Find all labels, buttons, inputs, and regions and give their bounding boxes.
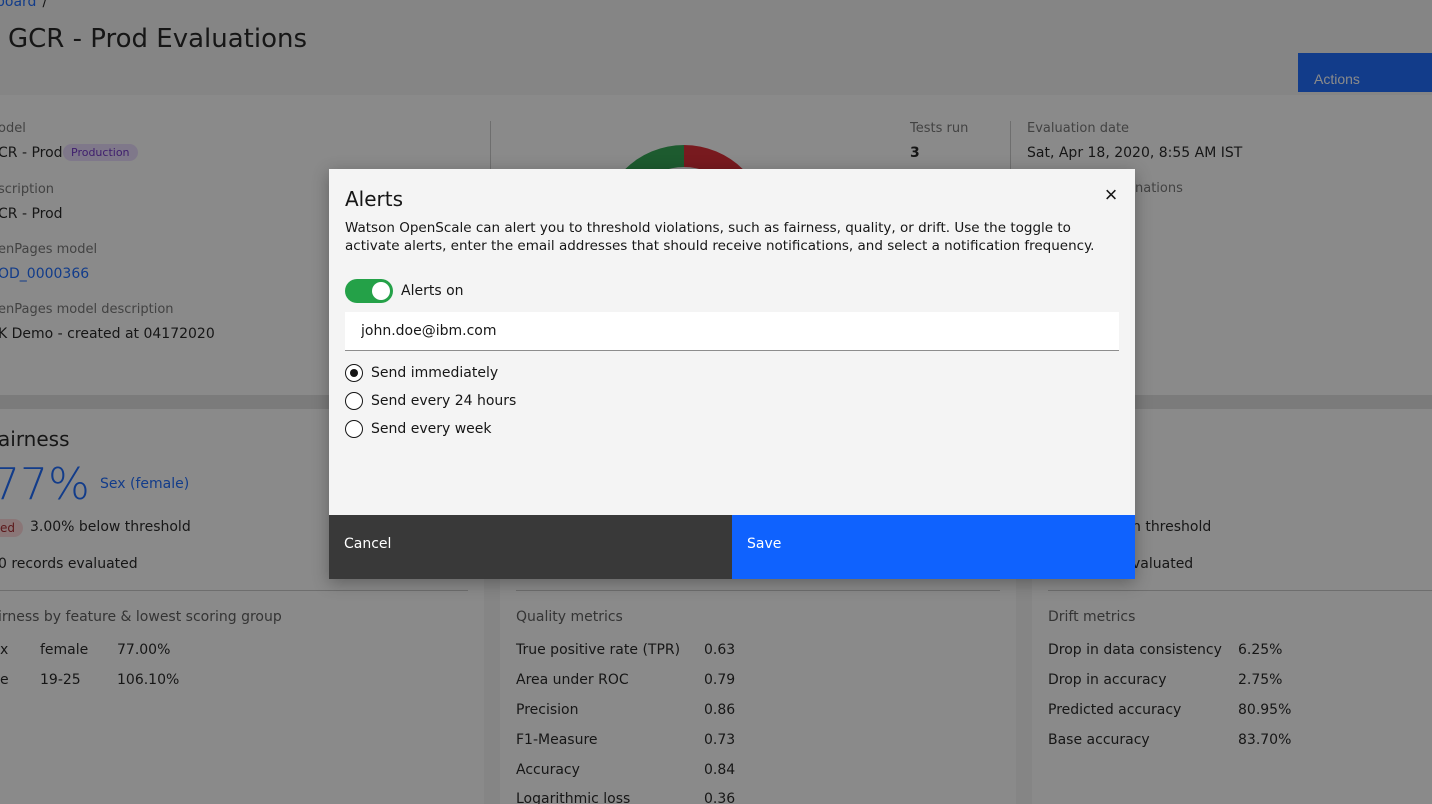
alerts-toggle[interactable] bbox=[345, 279, 393, 303]
close-icon[interactable]: × bbox=[1095, 179, 1127, 211]
radio-label: Send immediately bbox=[371, 365, 499, 381]
radio-send-every-week[interactable]: Send every week bbox=[345, 415, 516, 443]
alerts-modal: Alerts × Watson OpenScale can alert you … bbox=[329, 169, 1135, 579]
alerts-toggle-row: Alerts on bbox=[345, 279, 464, 303]
radio-label: Send every week bbox=[371, 421, 492, 437]
cancel-button[interactable]: Cancel bbox=[329, 515, 732, 579]
modal-footer: Cancel Save bbox=[329, 515, 1135, 579]
alerts-toggle-label: Alerts on bbox=[401, 283, 464, 299]
frequency-radio-group: Send immediately Send every 24 hours Sen… bbox=[345, 359, 516, 443]
radio-button[interactable] bbox=[345, 392, 363, 410]
modal-title: Alerts bbox=[345, 187, 404, 211]
save-button[interactable]: Save bbox=[732, 515, 1135, 579]
radio-send-immediately[interactable]: Send immediately bbox=[345, 359, 516, 387]
radio-button[interactable] bbox=[345, 420, 363, 438]
email-input[interactable] bbox=[345, 312, 1119, 351]
radio-label: Send every 24 hours bbox=[371, 393, 517, 409]
modal-description: Watson OpenScale can alert you to thresh… bbox=[345, 220, 1095, 254]
radio-send-every-24-hours[interactable]: Send every 24 hours bbox=[345, 387, 516, 415]
radio-button-checked[interactable] bbox=[345, 364, 363, 382]
